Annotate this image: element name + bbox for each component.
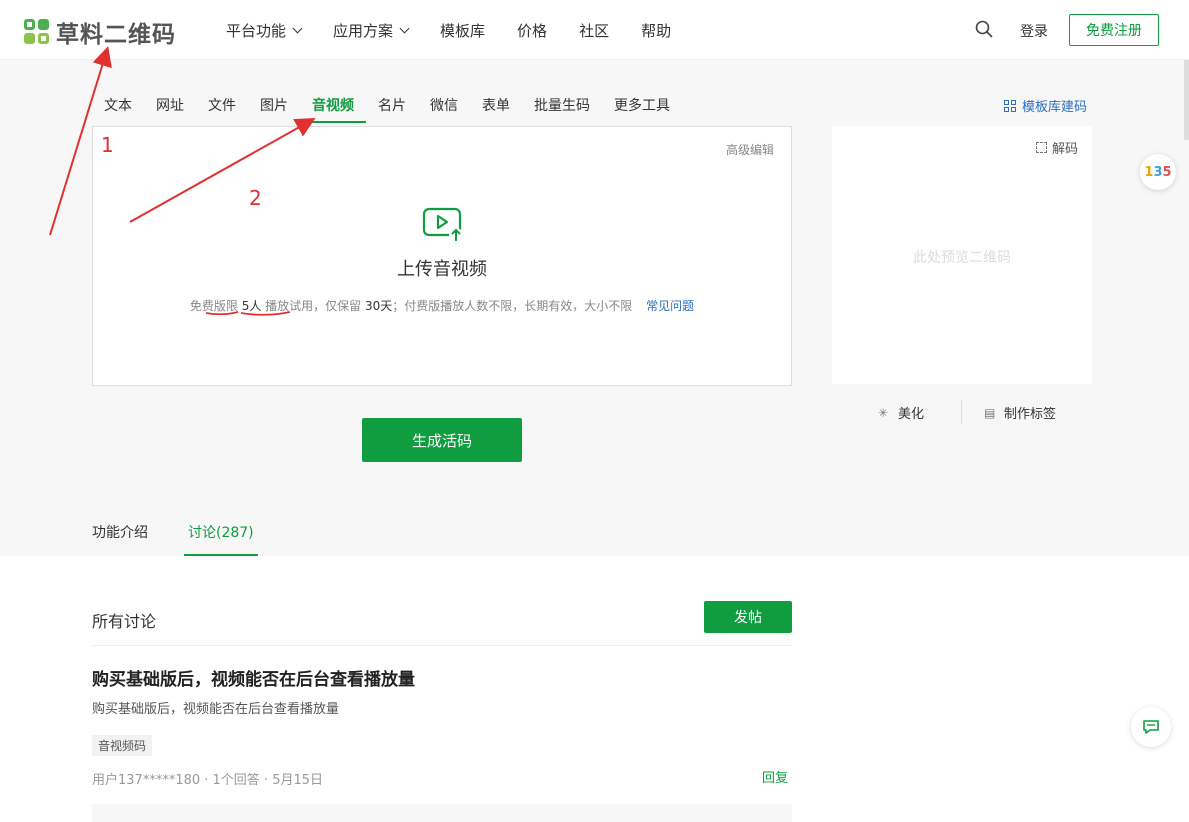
upload-area[interactable]: 高级编辑 上传音视频 免费版限 5人 播放试用，仅保留 30天；付费版播放人数不… [92,126,792,386]
advanced-edit-link[interactable]: 高级编辑 [726,141,774,158]
discussion-meta: 用户137*****180 · 1个回答 · 5月15日 [92,773,324,788]
scrollbar[interactable] [1184,60,1189,140]
beautify-button[interactable]: ✳ 美化 [878,403,925,423]
discussion-heading: 所有讨论 [92,612,157,631]
list-item [92,804,792,822]
faq-link[interactable]: 常见问题 [646,299,694,313]
tab-discussion[interactable]: 讨论(287) [184,522,258,556]
main-nav: 平台功能 应用方案 模板库 价格 社区 帮助 [226,20,703,41]
register-button[interactable]: 免费注册 [1069,14,1159,46]
badge-digit: 3 [1153,164,1163,180]
nav-templates[interactable]: 模板库 [440,20,485,41]
nav-label: 模板库 [440,22,486,40]
chat-button[interactable] [1131,707,1171,747]
post-button[interactable]: 发帖 [704,601,792,633]
nav-label: 价格 [517,22,548,40]
tab-file[interactable]: 文件 [208,95,236,122]
note-days: 30天 [365,299,393,313]
grid-icon [1004,99,1016,112]
beautify-label: 美化 [898,407,925,422]
template-build-link[interactable]: 模板库建码 [1004,96,1087,115]
discussion-tag[interactable]: 音视频码 [92,735,153,756]
divider [92,645,792,646]
badge-digit: 1 [1144,164,1154,180]
make-label-text: 制作标签 [1004,407,1057,422]
nav-solutions[interactable]: 应用方案 [333,20,410,41]
video-upload-icon [422,207,463,242]
scan-icon [1035,142,1047,153]
tab-more-tools[interactable]: 更多工具 [614,95,670,122]
login-link[interactable]: 登录 [1020,21,1048,41]
qr-preview-panel: 解码 此处预览二维码 [832,126,1092,384]
tab-wechat[interactable]: 微信 [430,95,458,122]
sparkle-icon: ✳ [878,405,889,420]
note-prefix: 免费版限 [189,299,238,313]
chevron-down-icon [399,23,410,34]
make-label-button[interactable]: ▤ 制作标签 [984,403,1057,423]
code-type-tabs: 文本 网址 文件 图片 音视频 名片 微信 表单 批量生码 更多工具 [104,95,694,123]
tab-text[interactable]: 文本 [104,95,132,122]
lower-tabs: 功能介绍 讨论(287) [92,522,294,556]
nav-label: 帮助 [641,22,672,40]
upload-title: 上传音视频 [397,259,487,280]
top-header: 草料二维码 平台功能 应用方案 模板库 价格 社区 帮助 登录 免费注册 [0,0,1189,60]
annotation-number-2: 2 [249,186,262,210]
label-icon: ▤ [984,405,996,420]
divider [961,400,962,424]
discussion-body: 购买基础版后，视频能否在后台查看播放量 [92,702,340,717]
note-rest: 播放试用，仅保留 [265,299,362,313]
discussion-title[interactable]: 购买基础版后，视频能否在后台查看播放量 [92,665,415,690]
annotation-number-1: 1 [101,133,114,157]
tab-business-card[interactable]: 名片 [378,95,406,122]
nav-label: 社区 [579,22,610,40]
nav-platform-features[interactable]: 平台功能 [226,20,303,41]
logo-icon [24,18,50,46]
note-paid: ；付费版播放人数不限，长期有效，大小不限 [392,299,633,313]
tab-image[interactable]: 图片 [260,95,288,122]
nav-label: 应用方案 [333,22,394,40]
decode-label: 解码 [1051,142,1078,157]
badge-digit: 5 [1162,164,1172,180]
upload-limit-note: 免费版限 5人 播放试用，仅保留 30天；付费版播放人数不限，长期有效，大小不限… [93,297,791,314]
nav-community[interactable]: 社区 [579,20,609,41]
nav-label: 平台功能 [226,22,287,40]
site-logo[interactable]: 草料二维码 [24,15,176,49]
decode-button[interactable]: 解码 [1035,138,1078,157]
chevron-down-icon [292,23,303,34]
generate-code-button[interactable]: 生成活码 [362,418,522,462]
chat-icon [1143,720,1159,734]
reply-link[interactable]: 回复 [762,767,788,786]
search-icon[interactable] [975,20,993,38]
tab-feature-intro[interactable]: 功能介绍 [92,522,148,556]
tab-form[interactable]: 表单 [482,95,510,122]
nav-help[interactable]: 帮助 [641,20,671,41]
tab-batch[interactable]: 批量生码 [534,95,590,122]
logo-text: 草料二维码 [56,22,176,48]
135-editor-widget[interactable]: 135 [1140,154,1176,190]
tab-audio-video[interactable]: 音视频 [300,95,366,123]
nav-pricing[interactable]: 价格 [517,20,547,41]
note-count: 5人 [241,299,262,313]
tab-url[interactable]: 网址 [156,95,184,122]
template-link-label: 模板库建码 [1022,100,1088,115]
preview-placeholder: 此处预览二维码 [913,250,1011,266]
